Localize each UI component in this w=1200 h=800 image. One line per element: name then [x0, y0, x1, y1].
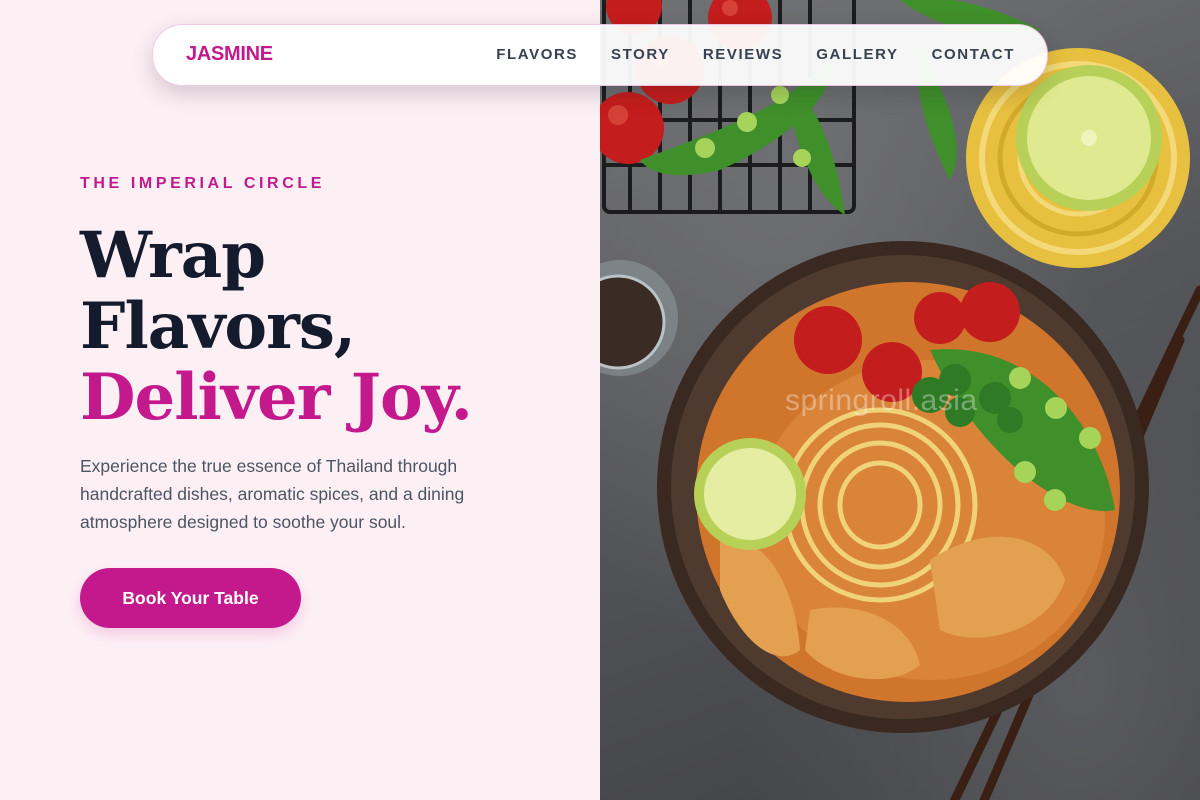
lime-slice-top	[1016, 65, 1162, 211]
hero-eyebrow: THE IMPERIAL CIRCLE	[80, 175, 326, 192]
nav-links: FLAVORS STORY REVIEWS GALLERY CONTACT	[496, 25, 1015, 85]
nav-item-story: STORY	[611, 46, 670, 64]
book-table-button[interactable]: Book Your Table	[80, 568, 301, 628]
hero-headline: Wrap Flavors, Deliver Joy.	[80, 218, 473, 435]
nav-item-reviews: REVIEWS	[703, 46, 783, 64]
lime-slice-bowl	[694, 438, 806, 550]
nav-link-story[interactable]: STORY	[611, 46, 670, 63]
headline-line-2: Flavors,	[80, 289, 356, 364]
spice-bowl	[600, 260, 678, 376]
nav-link-contact[interactable]: CONTACT	[932, 46, 1015, 63]
image-watermark: springroll.asia	[785, 384, 978, 417]
headline-accent: Deliver Joy.	[80, 360, 473, 435]
nav-link-reviews[interactable]: REVIEWS	[703, 46, 783, 63]
nav-item-contact: CONTACT	[932, 46, 1015, 64]
main-navbar: JASMINE FLAVORS STORY REVIEWS GALLERY CO…	[152, 24, 1048, 86]
brand-logo[interactable]: JASMINE	[186, 43, 273, 66]
nav-item-gallery: GALLERY	[816, 46, 898, 64]
hero-page: THE IMPERIAL CIRCLE Wrap Flavors, Delive…	[0, 0, 1200, 800]
headline-line-1: Wrap	[80, 218, 266, 293]
nav-link-gallery[interactable]: GALLERY	[816, 46, 898, 63]
hero-content: THE IMPERIAL CIRCLE Wrap Flavors, Delive…	[0, 0, 600, 800]
nav-link-flavors[interactable]: FLAVORS	[496, 46, 578, 63]
hero-description: Experience the true essence of Thailand …	[80, 456, 465, 532]
nav-item-flavors: FLAVORS	[496, 46, 578, 64]
